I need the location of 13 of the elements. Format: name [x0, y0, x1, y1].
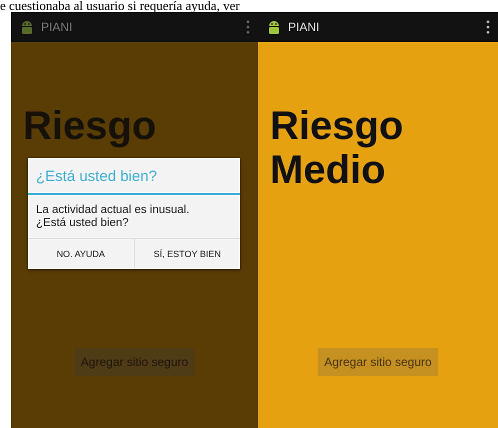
caption-text: e cuestionaba al usuario si requería ayuda, ver: [0, 0, 241, 12]
robot-icon: [19, 19, 35, 35]
dialog-button[interactable]: SÍ, ESTOY BIEN: [134, 239, 240, 269]
app-title: PIANI: [41, 20, 74, 34]
app-title: PIANI: [288, 20, 320, 34]
risk-level-title: Riesgo Medio: [270, 104, 404, 192]
robot-icon: [266, 19, 282, 35]
add-safe-place-button[interactable]: Agregar sitio seguro: [318, 348, 438, 376]
risk-level-title: Riesgo: [23, 104, 156, 148]
overflow-menu-icon[interactable]: [486, 20, 490, 34]
dialog-message: La actividad actual es inusual. ¿Está usted bien?: [35, 203, 190, 231]
dialog-button[interactable]: NO. AYUDA: [28, 239, 134, 269]
dialog-title: ¿Está usted bien?: [28, 158, 240, 195]
